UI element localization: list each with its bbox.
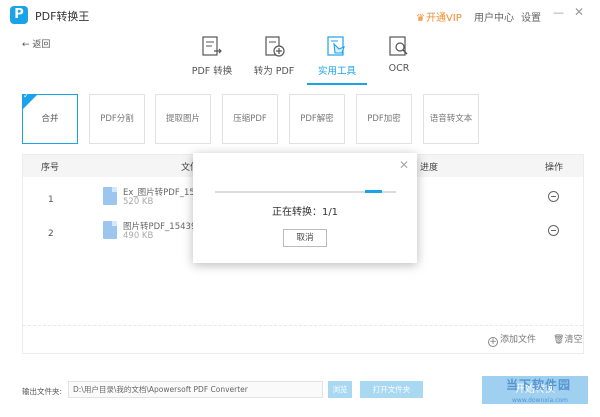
vip-label: 开通VIP [425, 13, 462, 24]
header-progress: 进度 [420, 163, 439, 173]
remove-icon[interactable] [548, 225, 559, 236]
file-size: 490 KB [123, 231, 154, 241]
header-op: 操作 [545, 163, 564, 173]
subtab-split[interactable]: PDF分割 [89, 94, 145, 144]
add-file-label: 添加文件 [500, 335, 537, 345]
cancel-button[interactable]: 取消 [283, 229, 327, 247]
subtab-label: PDF解密 [300, 114, 334, 124]
progress-dialog: ✕ 正在转换：1/1 取消 [193, 153, 417, 263]
settings-link[interactable]: 设置 [521, 9, 541, 24]
watermark-url: www.downxia.com [512, 397, 568, 404]
output-folder-label: 输出文件夹: [22, 387, 63, 396]
ocr-icon [389, 36, 408, 56]
app-title: PDF转换王 [35, 10, 90, 23]
table-footer-divider [23, 325, 583, 326]
clear-button[interactable]: 🗑清空 [553, 332, 582, 345]
subtab-speech-to-text[interactable]: 语音转文本 [423, 94, 479, 144]
tab-label: 转为 PDF [253, 66, 295, 77]
app-logo: P [10, 6, 28, 24]
tab-to-pdf[interactable]: 转为 PDF [246, 36, 302, 86]
dialog-close-icon[interactable]: ✕ [399, 158, 409, 172]
title-bar: P PDF转换王 ♛开通VIP 用户中心 设置 — ✕ [0, 0, 600, 30]
tab-label: 实用工具 [317, 66, 356, 77]
subtab-label: 压缩PDF [233, 114, 267, 124]
subtab-label: PDF加密 [367, 114, 401, 124]
subtab-label: PDF分割 [100, 114, 134, 124]
tab-tools[interactable]: 实用工具 [309, 36, 365, 86]
clear-label: 清空 [564, 335, 583, 345]
remove-icon[interactable] [548, 191, 559, 202]
progress-fill [365, 190, 382, 193]
tab-label: PDF 转换 [191, 66, 233, 77]
back-label: 返回 [32, 40, 51, 50]
to-pdf-icon [265, 36, 285, 57]
file-size: 520 KB [123, 197, 154, 207]
selected-corner: ✓ [22, 91, 38, 110]
tab-pdf-convert[interactable]: PDF 转换 [184, 36, 240, 86]
vip-button[interactable]: ♛开通VIP [416, 9, 462, 24]
conversion-status: 正在转换：1/1 [271, 207, 339, 218]
subtab-merge[interactable]: ✓ 合并 [22, 91, 78, 144]
pdf-convert-icon [202, 36, 222, 56]
subtab-label: 语音转文本 [429, 114, 473, 124]
user-center-link[interactable]: 用户中心 [474, 9, 514, 24]
output-path-field[interactable]: D:\用户目录\我的文档\Apowersoft PDF Converter [68, 381, 323, 398]
subtab-compress[interactable]: 压缩PDF [222, 94, 278, 144]
progress-bar [215, 190, 396, 193]
row-num: 2 [48, 229, 54, 239]
tools-icon [327, 36, 345, 56]
subtab-extract-images[interactable]: 提取图片 [155, 94, 211, 144]
subtab-label: 合并 [41, 114, 59, 124]
plus-icon: + [488, 337, 498, 347]
minimize-icon[interactable]: — [553, 6, 565, 20]
back-link[interactable]: ← 返回 [22, 37, 50, 50]
subtab-label: 提取图片 [165, 114, 200, 124]
close-icon[interactable]: ✕ [574, 5, 586, 19]
tab-ocr[interactable]: OCR [371, 36, 427, 86]
tab-label: OCR [388, 63, 410, 74]
watermark-text: 当下软件园 [506, 378, 572, 392]
subtab-encrypt[interactable]: PDF加密 [356, 94, 412, 144]
trash-icon: 🗑 [553, 335, 565, 345]
row-num: 1 [48, 195, 54, 205]
header-num: 序号 [41, 163, 60, 173]
crown-icon: ♛ [416, 13, 425, 24]
file-icon [103, 187, 117, 205]
active-tab-indicator [307, 83, 367, 85]
check-icon: ✓ [23, 91, 30, 100]
file-icon [103, 221, 117, 239]
subtab-decrypt[interactable]: PDF解密 [289, 94, 345, 144]
browse-button[interactable]: 浏览 [328, 381, 352, 398]
open-folder-button[interactable]: 打开文件夹 [360, 381, 423, 398]
add-file-button[interactable]: + 添加文件 [488, 332, 536, 347]
